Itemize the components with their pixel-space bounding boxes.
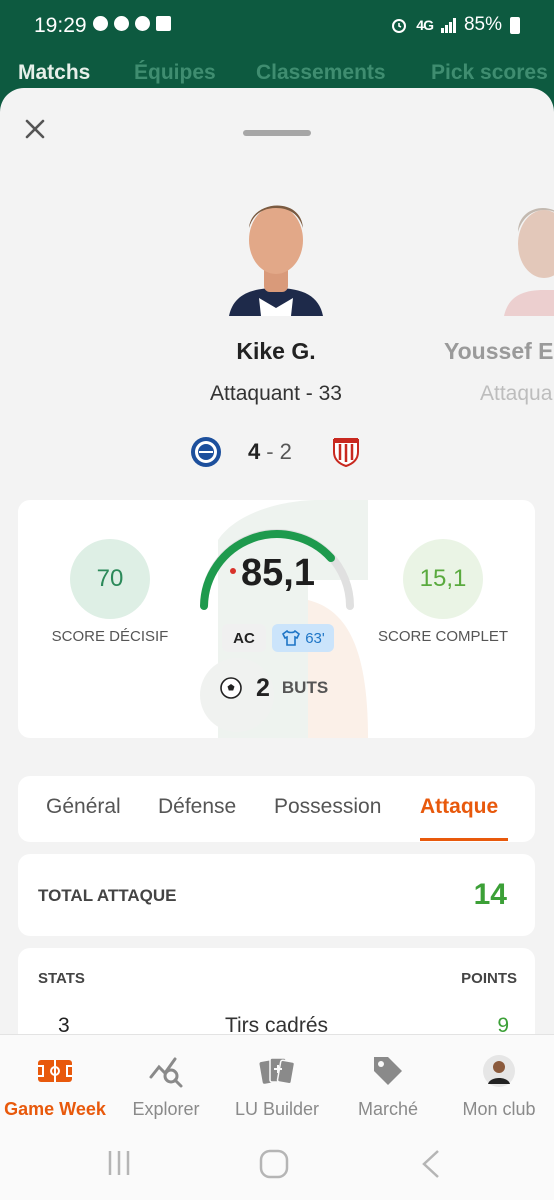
tab-classements[interactable]: Classements [256,61,386,85]
tab-possession[interactable]: Possession [274,795,381,819]
messenger-icon [114,16,129,31]
next-player-name[interactable]: Youssef E [444,338,554,365]
tab-attaque[interactable]: Attaque [420,795,498,819]
points-header: POINTS [461,970,517,987]
score-card: 70 SCORE DÉCISIF 85,1 15,1 SCORE COMPLET… [18,500,535,738]
total-value: 14 [473,878,507,911]
total-label: TOTAL ATTAQUE [38,886,177,905]
home-icon[interactable] [258,1148,290,1180]
network-type: 4G [416,17,434,33]
notification-icon [135,16,150,31]
battery-percent: 85% [463,14,502,35]
notification-icons [93,16,171,31]
minutes-played: 63' [305,629,325,647]
back-icon[interactable] [418,1148,444,1180]
status-bar: 19:29 4G 85% [0,0,554,48]
decisive-score-label: SCORE DÉCISIF [51,628,169,645]
signal-icon [440,17,456,33]
goals-row: 2 BUTS [208,672,328,704]
goals-label: BUTS [281,678,329,697]
alaves-crest-icon [191,437,221,467]
battery-icon [510,16,520,34]
next-player-photo[interactable] [504,192,554,316]
match-result[interactable]: 4-2 [190,434,366,470]
cards-icon [259,1057,295,1085]
player-photo[interactable] [229,190,323,316]
nav-mon-club[interactable]: Mon club [444,1035,554,1131]
score-separator: - [266,439,274,464]
drag-handle[interactable] [243,130,311,136]
total-card: TOTAL ATTAQUE 14 [18,854,535,936]
nav-lu-builder[interactable]: LU Builder [222,1035,332,1131]
nav-explorer[interactable]: Explorer [111,1035,221,1131]
soccer-ball-icon [220,677,242,699]
nav-label: Mon club [462,1099,536,1119]
stat-points: 9 [497,1014,509,1034]
tag-icon [374,1057,402,1085]
status-time: 19:29 [34,14,87,37]
next-player-position: Attaqua [480,382,553,405]
tab-pick-scores[interactable]: Pick scores [431,61,548,85]
pitch-icon [38,1060,72,1082]
active-tab-underline [420,838,508,841]
recent-apps-icon[interactable] [104,1148,134,1178]
gallery-icon [156,16,171,31]
player-sheet: Kike G. Attaquant - 33 Youssef E Attaqua… [0,88,554,1034]
nav-marche[interactable]: Marché [333,1035,443,1131]
table-row: 3 Tirs cadrés 9 [18,1014,535,1034]
tab-general[interactable]: Général [46,795,121,819]
stats-table: STATS POINTS 3 Tirs cadrés 9 [18,948,535,1034]
system-nav-bar [0,1130,554,1200]
decisive-score-circle: 70 [70,539,150,619]
bottom-nav: Game Week Explorer LU Builder Marché Mon… [0,1034,554,1130]
tab-matchs[interactable]: Matchs [18,61,90,85]
stats-header: STATS [38,970,85,987]
tab-defense[interactable]: Défense [158,795,236,819]
chart-search-icon [149,1057,183,1088]
sevilla-crest-icon [333,438,359,468]
jersey-icon [282,630,301,646]
messenger-icon [93,16,108,31]
goals-value: 2 [256,673,270,702]
stat-name: Tirs cadrés [224,1014,329,1034]
complete-score-circle: 15,1 [403,539,483,619]
alarm-icon [392,19,407,33]
tab-equipes[interactable]: Équipes [134,61,216,85]
close-icon[interactable] [24,118,46,140]
minutes-badge: 63' [272,624,334,652]
avatar-icon [483,1055,515,1087]
role-badge: AC [222,624,266,652]
complete-score-label: SCORE COMPLET [377,628,509,645]
main-score: 85,1 [241,552,315,594]
player-position-age: Attaquant - 33 [210,382,342,405]
player-name: Kike G. [236,338,316,364]
stat-tabs: Général Défense Possession Attaque [18,776,535,842]
nav-game-week[interactable]: Game Week [0,1035,110,1131]
away-score: 2 [279,439,292,464]
home-score: 4 [248,439,261,464]
